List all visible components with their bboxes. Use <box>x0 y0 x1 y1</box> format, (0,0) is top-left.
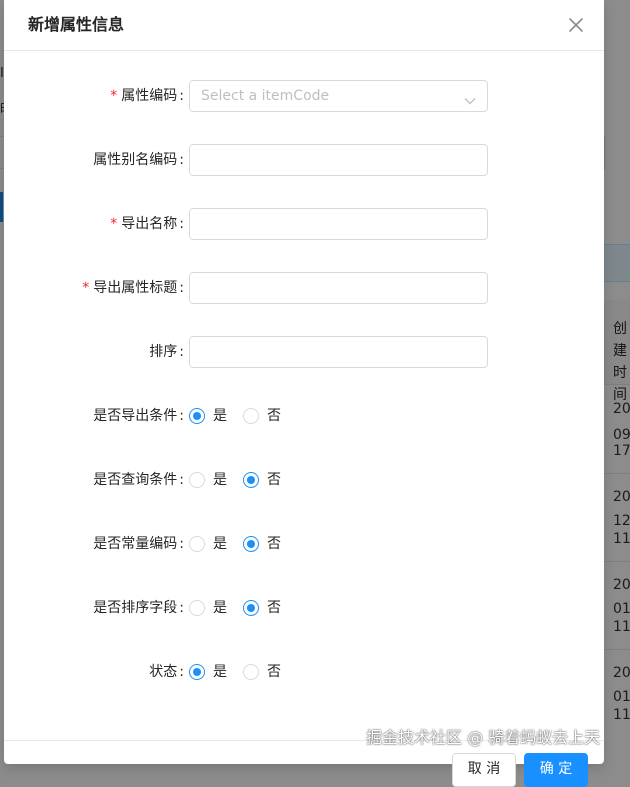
radio-label: 是 <box>213 408 227 424</box>
watermark: 掘金技术社区 @ 骑着蚂蚁去上天 <box>366 728 601 747</box>
radio-circle[interactable] <box>189 472 205 488</box>
label-text: 属性编码 <box>121 88 178 104</box>
item-code-select[interactable]: Select a itemCode <box>189 80 488 112</box>
modal-header: 新增属性信息 <box>4 0 604 51</box>
alias-code-input[interactable] <box>189 144 488 176</box>
label-text: 是否排序字段 <box>93 600 178 616</box>
export-title-input[interactable] <box>189 272 488 304</box>
radio-circle[interactable] <box>189 600 205 616</box>
add-attribute-modal: 新增属性信息 * 属性编码: Select a itemCode 属性别名编码: … <box>4 0 604 787</box>
label-colon: : <box>179 344 184 360</box>
label-text: 是否查询条件 <box>93 472 178 488</box>
form-label: 是否常量编码: <box>93 528 184 560</box>
chevron-down-icon <box>464 91 476 105</box>
radio-circle[interactable] <box>243 536 259 552</box>
label-colon: : <box>179 472 184 488</box>
radio-label: 是 <box>213 536 227 552</box>
label-colon: : <box>179 152 184 168</box>
form-item-sort: 排序: <box>4 336 604 368</box>
radio-circle[interactable] <box>243 472 259 488</box>
radio-label: 否 <box>267 664 281 680</box>
form-label: 属性别名编码: <box>93 144 184 176</box>
close-icon[interactable] <box>561 10 591 40</box>
radio-label: 是 <box>213 600 227 616</box>
label-text: 排序 <box>149 344 178 360</box>
radio-label: 否 <box>267 600 281 616</box>
form-label: 排序: <box>149 336 184 368</box>
form-item-export-name: * 导出名称: <box>4 208 604 240</box>
label-colon: : <box>179 408 184 424</box>
radio-label: 是 <box>213 664 227 680</box>
form-item-alias-code: 属性别名编码: <box>4 144 604 176</box>
form-item-constant-code: 是否常量编码: 是 否 <box>4 528 604 560</box>
label-text: 导出名称 <box>121 216 178 232</box>
form-item-query-condition: 是否查询条件: 是 否 <box>4 464 604 496</box>
radio-circle[interactable] <box>243 600 259 616</box>
export-name-input[interactable] <box>189 208 488 240</box>
select-placeholder: Select a itemCode <box>201 88 330 104</box>
modal-title: 新增属性信息 <box>28 15 125 34</box>
radio-label: 否 <box>267 536 281 552</box>
label-colon: : <box>179 88 184 104</box>
form-item-export-condition: 是否导出条件: 是 否 <box>4 400 604 432</box>
cancel-button[interactable]: 取 消 <box>452 753 516 787</box>
label-text: 是否常量编码 <box>93 536 178 552</box>
form-label: * 导出属性标题: <box>82 272 184 304</box>
label-colon: : <box>179 280 184 296</box>
form-item-status: 状态: 是 否 <box>4 656 604 688</box>
radio-label: 否 <box>267 408 281 424</box>
form-item-export-title: * 导出属性标题: <box>4 272 604 304</box>
label-text: 属性别名编码 <box>93 152 178 168</box>
form-label: * 导出名称: <box>110 208 184 240</box>
form-label: 状态: <box>149 656 184 688</box>
label-text: 状态 <box>149 664 178 680</box>
form-item-sort-field: 是否排序字段: 是 否 <box>4 592 604 624</box>
label-text: 是否导出条件 <box>93 408 178 424</box>
required-mark: * <box>110 88 118 104</box>
form-label: 是否查询条件: <box>93 464 184 496</box>
label-text: 导出属性标题 <box>93 280 178 296</box>
form-item-item-code: * 属性编码: Select a itemCode <box>4 80 604 112</box>
radio-circle[interactable] <box>189 408 205 424</box>
required-mark: * <box>110 216 118 232</box>
form-label: * 属性编码: <box>110 80 184 112</box>
sort-input[interactable] <box>189 336 488 368</box>
radio-circle[interactable] <box>243 664 259 680</box>
label-colon: : <box>179 536 184 552</box>
form-label: 是否导出条件: <box>93 400 184 432</box>
confirm-button[interactable]: 确 定 <box>524 753 588 787</box>
required-mark: * <box>82 280 90 296</box>
radio-label: 是 <box>213 472 227 488</box>
label-colon: : <box>179 664 184 680</box>
label-colon: : <box>179 600 184 616</box>
form-label: 是否排序字段: <box>93 592 184 624</box>
label-colon: : <box>179 216 184 232</box>
radio-circle[interactable] <box>189 664 205 680</box>
radio-label: 否 <box>267 472 281 488</box>
radio-circle[interactable] <box>243 408 259 424</box>
radio-circle[interactable] <box>189 536 205 552</box>
